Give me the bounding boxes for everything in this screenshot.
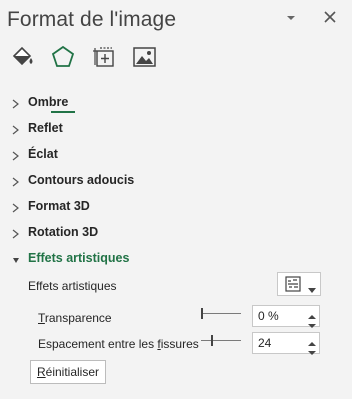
tab-picture[interactable] [130,42,158,72]
triangle-down-icon [12,254,20,264]
slider-track [201,340,241,341]
chevron-right-icon [12,228,20,239]
transparency-slider[interactable] [199,307,243,321]
spin-down-icon[interactable] [308,345,316,355]
section-label: Contours adoucis [28,173,135,187]
section-label: Rotation 3D [28,225,99,239]
chevron-right-icon [12,176,20,187]
artistic-effect-preview-icon [285,276,301,297]
close-icon[interactable] [323,10,337,24]
spin-up-icon[interactable] [308,336,316,346]
section-label: Reflet [28,121,63,135]
chevron-right-icon [12,202,20,213]
transparency-label: Transparence [38,311,112,325]
chevron-right-icon [12,150,20,161]
tab-size-properties[interactable] [90,42,118,72]
slider-track [201,313,241,314]
section-shadow[interactable]: Ombre [0,90,352,116]
section-3d-format[interactable]: Format 3D [0,194,352,220]
crack-spacing-slider[interactable] [199,334,243,348]
section-label: Ombre [28,95,69,109]
transparency-spinner[interactable]: 0 % [252,305,320,328]
transparency-value[interactable]: 0 % [258,309,279,323]
crack-spacing-label: Espacement entre les fissures [38,337,199,351]
crack-spacing-value[interactable]: 24 [258,336,271,350]
chevron-right-icon [12,98,20,109]
slider-thumb[interactable] [201,308,203,319]
pane-title: Format de l'image [7,8,177,31]
reset-button[interactable]: Réinitialiser [30,360,106,384]
chevron-right-icon [12,124,20,135]
chevron-down-icon [308,281,316,299]
section-glow[interactable]: Éclat [0,142,352,168]
artistic-effect-label: Effets artistiques [28,279,117,293]
artistic-effect-gallery-button[interactable] [277,272,321,296]
slider-thumb[interactable] [211,335,213,346]
crack-spacing-spinner[interactable]: 24 [252,332,320,355]
spin-down-icon[interactable] [308,318,316,328]
section-label: Effets artistiques [28,251,130,265]
section-artistic-effects[interactable]: Effets artistiques [0,246,352,272]
tab-effects[interactable] [49,42,77,72]
spin-up-icon[interactable] [308,309,316,319]
pane-tabs [0,42,352,113]
format-picture-pane: Format de l'image Ombre Reflet Éclat Con… [0,0,352,399]
tab-fill-line[interactable] [8,42,36,72]
section-label: Éclat [28,147,58,161]
section-soft-edges[interactable]: Contours adoucis [0,168,352,194]
chevron-down-icon[interactable] [284,11,298,25]
section-reflection[interactable]: Reflet [0,116,352,142]
section-label: Format 3D [28,199,90,213]
section-3d-rotation[interactable]: Rotation 3D [0,220,352,246]
